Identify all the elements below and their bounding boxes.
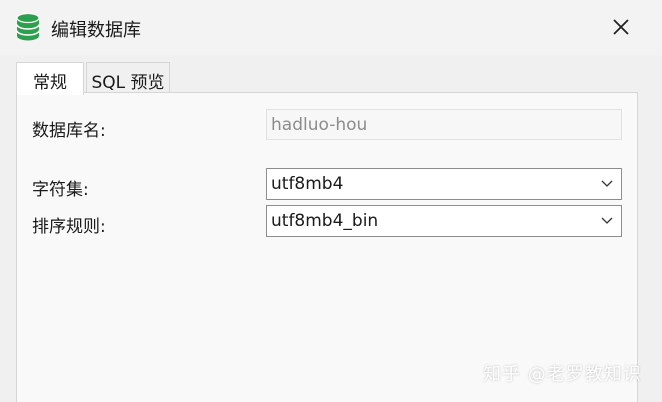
collation-value: utf8mb4_bin: [271, 211, 379, 231]
tab-general[interactable]: 常规: [16, 62, 84, 95]
charset-value: utf8mb4: [271, 174, 344, 194]
collation-label: 排序规则:: [32, 217, 106, 237]
database-name-field: hadluo-hou: [266, 109, 622, 140]
title-bar: 编辑数据库: [0, 0, 662, 55]
chevron-down-icon[interactable]: [601, 217, 613, 225]
database-icon: [16, 13, 40, 41]
database-name-label: 数据库名:: [32, 121, 106, 141]
collation-select[interactable]: utf8mb4_bin: [266, 205, 622, 237]
watermark: 知乎 @老罗教知识: [483, 364, 642, 385]
charset-label: 字符集:: [32, 180, 89, 200]
close-icon[interactable]: [606, 14, 636, 42]
tab-sql-preview[interactable]: SQL 预览: [86, 62, 170, 93]
tab-strip: 常规 SQL 预览: [0, 55, 662, 95]
window-title: 编辑数据库: [51, 20, 141, 41]
chevron-down-icon[interactable]: [601, 180, 613, 188]
charset-select[interactable]: utf8mb4: [266, 168, 622, 200]
